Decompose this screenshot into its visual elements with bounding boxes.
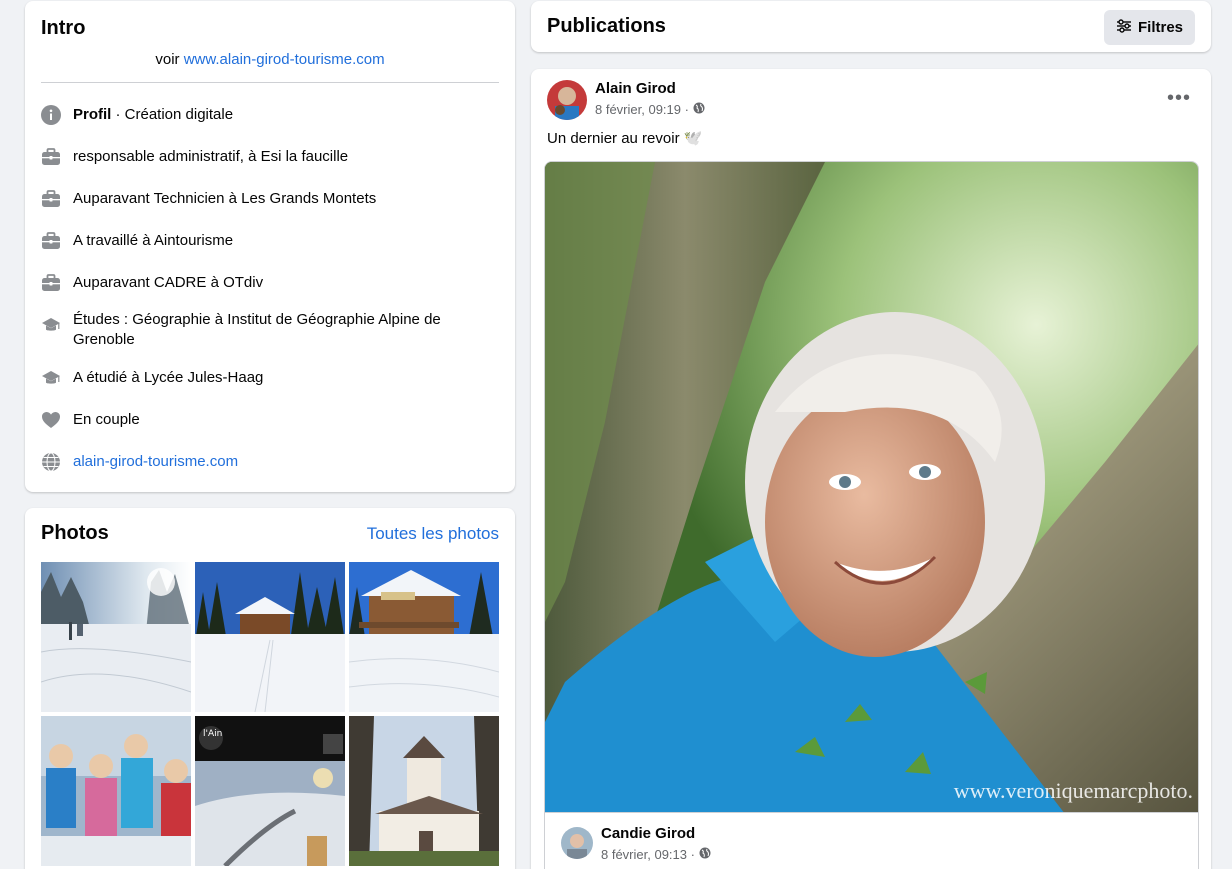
- filters-button[interactable]: Filtres: [1104, 10, 1195, 45]
- briefcase-icon: [41, 147, 61, 167]
- shared-author-name[interactable]: Candie Girod: [601, 825, 695, 842]
- post-card: Alain Girod 8 février, 09:19 · ••• Un de…: [531, 69, 1211, 869]
- shared-post-meta: 8 février, 09:13 ·: [601, 847, 711, 862]
- public-globe-icon: [693, 102, 705, 117]
- post-meta: 8 février, 09:19 ·: [595, 102, 705, 117]
- intro-item-label: · Création digitale: [111, 106, 234, 123]
- author-avatar[interactable]: [547, 80, 587, 120]
- intro-item-work-4: Auparavant CADRE à OTdiv: [41, 273, 499, 293]
- intro-bio: voir www.alain-girod-tourisme.com: [41, 51, 499, 68]
- post-author-name[interactable]: Alain Girod: [595, 80, 676, 97]
- intro-item-website[interactable]: alain-girod-tourisme.com: [41, 452, 499, 472]
- photo-thumbnail-5[interactable]: l'Ain: [195, 716, 345, 866]
- photo-thumbnail-3[interactable]: [349, 562, 499, 712]
- photo-thumbnail-6[interactable]: [349, 716, 499, 866]
- filter-sliders-icon: [1116, 18, 1132, 38]
- info-icon: [41, 105, 61, 125]
- shared-author-avatar[interactable]: [561, 827, 593, 859]
- public-globe-icon: [699, 847, 711, 862]
- photo-thumbnail-1[interactable]: [41, 562, 191, 712]
- photos-card: Photos Toutes les photos l'Ain: [25, 508, 515, 869]
- photo-watermark: www.veroniquemarcphoto.: [954, 778, 1193, 803]
- intro-item-label: Études : Géographie à Institut de Géogra…: [73, 311, 441, 348]
- post-image[interactable]: www.veroniquemarcphoto.: [544, 161, 1199, 813]
- graduation-cap-icon: [41, 368, 61, 388]
- photo-thumbnail-2[interactable]: [195, 562, 345, 712]
- intro-item-label: A étudié à Lycée Jules-Haag: [73, 369, 264, 386]
- heart-icon: [41, 410, 61, 430]
- post-date[interactable]: 8 février, 09:19 ·: [595, 102, 689, 117]
- intro-item-work-2: Auparavant Technicien à Les Grands Monte…: [41, 189, 499, 209]
- publications-title: Publications: [547, 15, 666, 37]
- intro-item-education-2: A étudié à Lycée Jules-Haag: [41, 368, 499, 388]
- globe-icon: [41, 452, 61, 472]
- intro-item-label: responsable administratif, à Esi la fauc…: [73, 148, 349, 165]
- post-text: Un dernier au revoir 🕊️: [547, 130, 703, 147]
- see-all-photos-link[interactable]: Toutes les photos: [367, 524, 499, 544]
- intro-item-label: Auparavant Technicien à Les Grands Monte…: [73, 190, 377, 207]
- photos-title: Photos: [41, 522, 109, 544]
- bio-website-link[interactable]: www.alain-girod-tourisme.com: [184, 51, 385, 68]
- photo-thumbnail-4[interactable]: [41, 716, 191, 866]
- intro-item-profile: Profil · Création digitale: [41, 105, 499, 125]
- intro-item-work-3: A travaillé à Aintourisme: [41, 231, 499, 251]
- intro-item-label: En couple: [73, 411, 140, 428]
- briefcase-icon: [41, 273, 61, 293]
- shared-post[interactable]: Candie Girod 8 février, 09:13 ·: [544, 813, 1199, 869]
- intro-title: Intro: [41, 17, 86, 39]
- more-options-button[interactable]: •••: [1167, 87, 1191, 110]
- intro-item-work-1: responsable administratif, à Esi la fauc…: [41, 147, 499, 167]
- intro-item-label-bold: Profil: [73, 106, 112, 123]
- bio-prefix: voir: [155, 51, 184, 68]
- svg-text:l'Ain: l'Ain: [203, 729, 222, 739]
- graduation-cap-icon: [41, 315, 61, 335]
- shared-post-date[interactable]: 8 février, 09:13 ·: [601, 847, 695, 862]
- intro-item-label: Auparavant CADRE à OTdiv: [73, 274, 264, 291]
- intro-item-relationship: En couple: [41, 410, 499, 430]
- briefcase-icon: [41, 189, 61, 209]
- website-link[interactable]: alain-girod-tourisme.com: [73, 452, 499, 472]
- briefcase-icon: [41, 231, 61, 251]
- filters-label: Filtres: [1137, 19, 1183, 36]
- publications-header: Publications Filtres: [531, 1, 1211, 52]
- intro-card: Intro voir www.alain-girod-tourisme.com …: [25, 1, 515, 492]
- intro-divider: [41, 82, 499, 83]
- intro-item-label: A travaillé à Aintourisme: [73, 232, 234, 249]
- intro-item-education-1: Études : Géographie à Institut de Géogra…: [41, 310, 499, 350]
